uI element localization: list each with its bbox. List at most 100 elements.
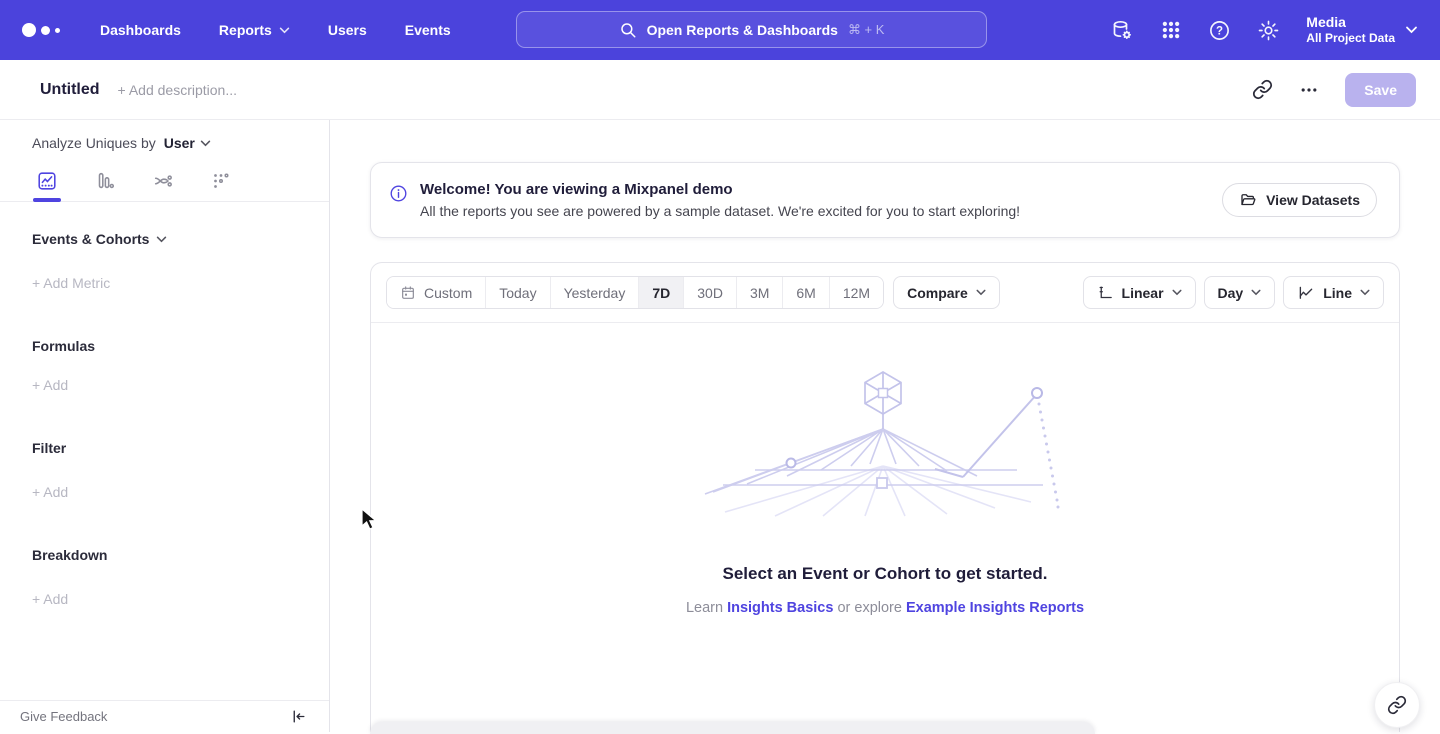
section-header-events-cohorts[interactable]: Events & Cohorts <box>32 231 329 247</box>
add-filter-button[interactable]: + Add <box>32 484 329 500</box>
analyze-row: Analyze Uniques by User <box>0 120 329 166</box>
scale-dropdown[interactable]: Linear <box>1083 276 1196 309</box>
analyze-value-dropdown[interactable]: User <box>164 135 211 151</box>
date-range-today[interactable]: Today <box>486 277 550 308</box>
nav-item-reports[interactable]: Reports <box>219 22 290 38</box>
nav-item-events[interactable]: Events <box>405 22 451 38</box>
tab-insights-line[interactable] <box>30 166 64 196</box>
more-options-icon[interactable] <box>1299 80 1319 100</box>
nav-item-users[interactable]: Users <box>328 22 367 38</box>
section-header-formulas: Formulas <box>32 338 329 354</box>
chevron-down-icon <box>1405 26 1418 34</box>
top-nav: Dashboards Reports Users Events Open Rep… <box>0 0 1440 60</box>
compare-dropdown[interactable]: Compare <box>893 276 1000 309</box>
report-card: Custom Today Yesterday 7D 30D 3M 6M 12M … <box>370 262 1400 732</box>
scale-label: Linear <box>1122 285 1164 301</box>
date-range-label: Custom <box>424 285 472 301</box>
query-builder-sidebar: Analyze Uniques by User <box>0 120 330 732</box>
report-title[interactable]: Untitled <box>40 81 100 99</box>
search-shortcut: ⌘ + K <box>848 22 885 38</box>
search-icon <box>619 21 637 39</box>
tab-bar-chart[interactable] <box>88 166 122 196</box>
date-range-30d[interactable]: 30D <box>684 277 737 308</box>
section-header-breakdown: Breakdown <box>32 547 329 563</box>
apps-grid-icon[interactable] <box>1160 19 1182 41</box>
chevron-down-icon <box>1360 289 1370 296</box>
tab-retention-grid[interactable] <box>204 166 238 196</box>
svg-text:?: ? <box>1216 25 1223 37</box>
project-name: Media <box>1306 14 1395 31</box>
collapse-sidebar-icon[interactable] <box>290 708 307 725</box>
axis-scale-icon <box>1097 284 1114 301</box>
date-range-label: 12M <box>843 285 870 301</box>
chevron-down-icon <box>976 289 986 296</box>
chevron-down-icon <box>1251 289 1261 296</box>
date-range-custom[interactable]: Custom <box>387 277 486 308</box>
date-range-label: 3M <box>750 285 769 301</box>
logo-dot-medium <box>41 26 50 35</box>
banner-title: Welcome! You are viewing a Mixpanel demo <box>420 181 1020 198</box>
copy-link-icon[interactable] <box>1252 79 1273 100</box>
folder-icon <box>1239 191 1257 209</box>
chart-type-label: Line <box>1323 285 1352 301</box>
line-chart-icon <box>1297 284 1315 302</box>
data-management-icon[interactable] <box>1110 18 1134 42</box>
interval-label: Day <box>1218 285 1244 301</box>
report-header: Untitled + Add description... Save <box>0 60 1440 120</box>
subtitle-text: or explore <box>837 600 901 616</box>
date-range-3m[interactable]: 3M <box>737 277 783 308</box>
empty-state: Select an Event or Cohort to get started… <box>371 324 1399 616</box>
project-selector[interactable]: Media All Project Data <box>1306 14 1418 46</box>
settings-gear-icon[interactable] <box>1257 19 1280 42</box>
share-link-fab[interactable] <box>1374 682 1420 728</box>
example-reports-link[interactable]: Example Insights Reports <box>906 600 1084 616</box>
add-metric-button[interactable]: + Add Metric <box>32 275 329 291</box>
compare-label: Compare <box>907 285 968 301</box>
calendar-icon <box>400 285 416 301</box>
date-range-yesterday[interactable]: Yesterday <box>551 277 640 308</box>
view-datasets-button[interactable]: View Datasets <box>1222 183 1377 217</box>
interval-dropdown[interactable]: Day <box>1204 276 1276 309</box>
date-range-label: Yesterday <box>564 285 626 301</box>
date-range-7d[interactable]: 7D <box>639 277 684 308</box>
give-feedback-link[interactable]: Give Feedback <box>20 709 107 724</box>
logo-dot-small <box>55 28 60 33</box>
add-formula-button[interactable]: + Add <box>32 377 329 393</box>
date-range-label: 30D <box>697 285 723 301</box>
global-search[interactable]: Open Reports & Dashboards ⌘ + K <box>516 11 987 48</box>
nav-item-dashboards[interactable]: Dashboards <box>100 22 181 38</box>
mixpanel-logo[interactable] <box>22 23 68 37</box>
date-range-selector: Custom Today Yesterday 7D 30D 3M 6M 12M <box>386 276 884 309</box>
date-range-label: 6M <box>796 285 815 301</box>
help-icon[interactable]: ? <box>1208 19 1231 42</box>
empty-state-illustration <box>695 366 1075 518</box>
subtitle-text: Learn <box>686 600 723 616</box>
sidebar-footer: Give Feedback <box>0 700 329 732</box>
nav-item-label: Events <box>405 22 451 38</box>
section-label: Events & Cohorts <box>32 231 149 247</box>
project-scope: All Project Data <box>1306 31 1395 46</box>
bottom-panel-edge[interactable] <box>370 722 1095 734</box>
breakdown-section: Breakdown + Add <box>0 547 329 607</box>
section-label: Formulas <box>32 338 95 354</box>
nav-item-label: Reports <box>219 22 272 38</box>
events-cohorts-section: Events & Cohorts + Add Metric <box>0 231 329 291</box>
banner-subtitle: All the reports you see are powered by a… <box>420 203 1020 219</box>
date-range-12m[interactable]: 12M <box>830 277 883 308</box>
chevron-down-icon <box>279 27 290 34</box>
section-header-filter: Filter <box>32 440 329 456</box>
section-label: Breakdown <box>32 547 107 563</box>
chevron-down-icon <box>1172 289 1182 296</box>
add-breakdown-button[interactable]: + Add <box>32 591 329 607</box>
insights-basics-link[interactable]: Insights Basics <box>727 600 833 616</box>
save-button[interactable]: Save <box>1345 73 1416 107</box>
tab-flows[interactable] <box>146 166 180 196</box>
report-description-placeholder[interactable]: + Add description... <box>118 82 237 98</box>
date-range-6m[interactable]: 6M <box>783 277 829 308</box>
chart-type-dropdown[interactable]: Line <box>1283 276 1384 309</box>
view-datasets-label: View Datasets <box>1266 192 1360 208</box>
chart-controls: Custom Today Yesterday 7D 30D 3M 6M 12M … <box>371 263 1399 323</box>
analyze-label: Analyze Uniques by <box>32 135 156 151</box>
empty-state-subtitle: Learn Insights Basics or explore Example… <box>686 600 1084 616</box>
search-placeholder: Open Reports & Dashboards <box>647 22 838 38</box>
